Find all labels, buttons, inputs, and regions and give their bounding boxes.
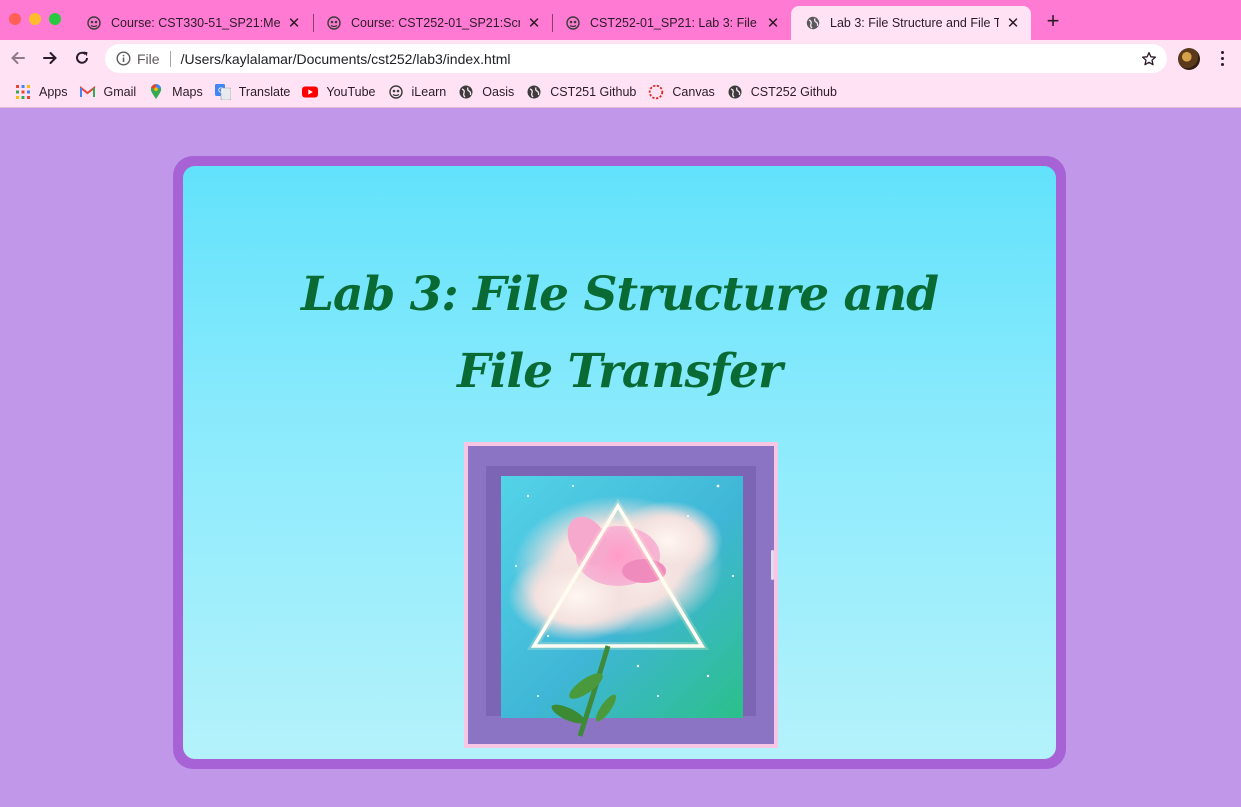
globe-icon bbox=[526, 84, 542, 100]
bookmark-label: Translate bbox=[238, 84, 291, 99]
bookmarks-bar: Apps Gmail Maps G Translate YouTube iLea… bbox=[0, 76, 1241, 108]
close-icon[interactable]: ✕ bbox=[286, 15, 302, 32]
content-card-inner: Lab 3: File Structure and File Transfer bbox=[183, 166, 1056, 759]
page-title-line-2: File Transfer bbox=[457, 344, 783, 399]
bookmark-label: iLearn bbox=[411, 84, 447, 99]
bookmark-label: Apps bbox=[39, 84, 68, 99]
page-title: Lab 3: File Structure and File Transfer bbox=[183, 256, 1056, 410]
reload-button[interactable] bbox=[70, 46, 94, 70]
browser-menu-icon[interactable] bbox=[1212, 48, 1232, 68]
new-tab-button[interactable]: + bbox=[1043, 10, 1063, 32]
zoom-window-button[interactable] bbox=[49, 13, 61, 25]
tab-lab3-active[interactable]: Lab 3: File Structure and File Tr ✕ bbox=[791, 6, 1031, 40]
bookmark-maps[interactable]: Maps bbox=[143, 80, 208, 104]
tab-cst252-script[interactable]: Course: CST252-01_SP21:Scrip ✕ bbox=[312, 6, 552, 40]
address-bar[interactable]: File /Users/kaylalamar/Documents/cst252/… bbox=[105, 44, 1167, 73]
url-text[interactable]: /Users/kaylalamar/Documents/cst252/lab3/… bbox=[181, 51, 1139, 67]
bookmark-ilearn[interactable]: iLearn bbox=[383, 80, 452, 104]
bookmark-label: CST252 Github bbox=[750, 84, 837, 99]
moodle-icon bbox=[565, 15, 581, 31]
reload-icon bbox=[76, 51, 88, 64]
info-icon[interactable] bbox=[115, 51, 131, 67]
bookmark-oasis[interactable]: Oasis bbox=[453, 80, 519, 104]
bookmark-label: Oasis bbox=[482, 84, 515, 99]
browser-toolbar: File /Users/kaylalamar/Documents/cst252/… bbox=[0, 40, 1241, 76]
bookmark-cst251-github[interactable]: CST251 Github bbox=[521, 80, 641, 104]
bookmark-label: Maps bbox=[172, 84, 203, 99]
bookmark-canvas[interactable]: Canvas bbox=[643, 80, 719, 104]
youtube-icon bbox=[302, 84, 319, 100]
omnibox-divider bbox=[169, 50, 171, 67]
maps-pin-icon bbox=[148, 83, 164, 100]
bookmark-label: Canvas bbox=[672, 84, 715, 99]
tab-title: Course: CST330-51_SP21:Med bbox=[111, 16, 280, 30]
back-button[interactable] bbox=[6, 46, 30, 70]
page-viewport: Lab 3: File Structure and File Transfer bbox=[0, 109, 1241, 807]
translate-icon: G bbox=[214, 83, 231, 100]
close-icon[interactable]: ✕ bbox=[765, 15, 781, 32]
featured-image bbox=[468, 446, 774, 744]
close-window-button[interactable] bbox=[9, 13, 21, 25]
gmail-icon bbox=[80, 84, 96, 100]
close-icon[interactable]: ✕ bbox=[526, 15, 542, 32]
forward-arrow-icon bbox=[43, 52, 57, 64]
close-icon[interactable]: ✕ bbox=[1005, 15, 1021, 32]
bookmark-label: Gmail bbox=[103, 84, 137, 99]
url-scheme-label: File bbox=[137, 50, 160, 67]
content-card: Lab 3: File Structure and File Transfer bbox=[173, 156, 1066, 769]
minimize-window-button[interactable] bbox=[29, 13, 41, 25]
bookmark-youtube[interactable]: YouTube bbox=[297, 80, 380, 104]
bookmark-translate[interactable]: G Translate bbox=[210, 80, 296, 104]
canvas-icon bbox=[648, 84, 664, 100]
bookmark-apps[interactable]: Apps bbox=[10, 80, 73, 104]
globe-icon bbox=[458, 84, 474, 100]
tab-cst252-lab3[interactable]: CST252-01_SP21: Lab 3: File S ✕ bbox=[551, 6, 791, 40]
bookmark-star-icon[interactable] bbox=[1139, 49, 1159, 69]
svg-text:G: G bbox=[218, 86, 223, 94]
bookmark-cst252-github[interactable]: CST252 Github bbox=[722, 80, 842, 104]
tab-title: CST252-01_SP21: Lab 3: File S bbox=[590, 16, 759, 30]
tab-cst330[interactable]: Course: CST330-51_SP21:Med ✕ bbox=[72, 6, 312, 40]
bookmark-label: YouTube bbox=[326, 84, 376, 99]
forward-button[interactable] bbox=[38, 46, 62, 70]
moodle-icon bbox=[388, 84, 404, 100]
bookmark-label: CST251 Github bbox=[550, 84, 637, 99]
image-scroll-handle bbox=[771, 550, 774, 580]
featured-image-frame bbox=[464, 442, 778, 748]
profile-avatar[interactable] bbox=[1178, 48, 1200, 70]
moodle-icon bbox=[326, 15, 342, 31]
globe-icon bbox=[805, 15, 821, 31]
page-title-line-1: Lab 3: File Structure and bbox=[300, 267, 939, 322]
moodle-icon bbox=[86, 15, 102, 31]
tab-strip: Course: CST330-51_SP21:Med ✕ Course: CST… bbox=[0, 0, 1241, 40]
bookmark-gmail[interactable]: Gmail bbox=[75, 80, 142, 104]
back-arrow-icon bbox=[11, 52, 25, 64]
apps-grid-icon bbox=[15, 84, 31, 100]
flower-artwork-image bbox=[468, 446, 774, 744]
tab-title: Course: CST252-01_SP21:Scrip bbox=[351, 16, 520, 30]
tab-title: Lab 3: File Structure and File Tr bbox=[830, 16, 999, 30]
globe-icon bbox=[727, 84, 743, 100]
